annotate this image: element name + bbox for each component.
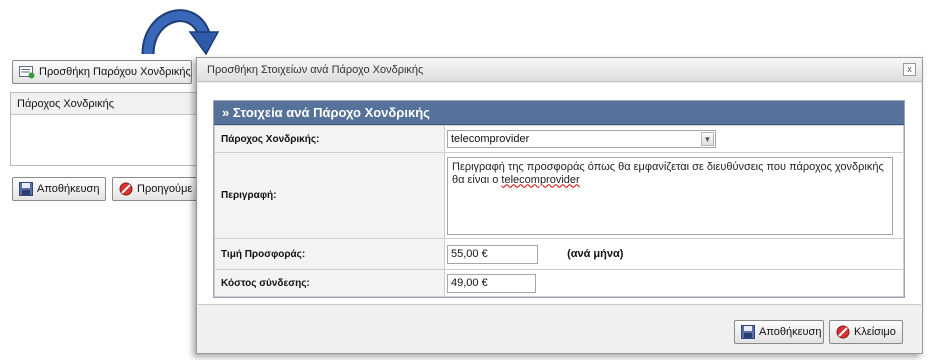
cancel-icon [119, 182, 133, 196]
details-form: Πάροχος Χονδρικής: telecomprovider ▼ Περ… [214, 125, 904, 297]
add-details-dialog: Προσθήκη Στοιχείων ανά Πάροχο Χονδρικής … [196, 57, 923, 354]
cancel-icon [836, 325, 850, 339]
close-icon[interactable]: x [903, 63, 916, 76]
add-list-icon [19, 66, 35, 79]
price-label: Τιμή Προσφοράς: [214, 238, 445, 270]
curved-arrow-icon [141, 9, 220, 56]
floppy-disk-icon [741, 325, 755, 339]
section-title: » Στοιχεία ανά Πάροχο Χονδρικής [214, 101, 904, 125]
connection-cost-input[interactable]: 49,00 € [447, 273, 536, 293]
connection-cost-label: Κόστος σύνδεσης: [214, 269, 445, 297]
provider-list-header: Πάροχος Χονδρικής [11, 93, 199, 115]
dialog-save-button[interactable]: Αποθήκευση [734, 320, 824, 344]
price-period: (ανά μήνα) [567, 248, 624, 260]
form-row: Τιμή Προσφοράς: 55,00 € (ανά μήνα) [214, 238, 904, 270]
dialog-title: Προσθήκη Στοιχείων ανά Πάροχο Χονδρικής [207, 64, 424, 76]
dialog-titlebar: Προσθήκη Στοιχείων ανά Πάροχο Χονδρικής … [197, 58, 922, 82]
bg-save-label: Αποθήκευση [37, 183, 100, 195]
chevron-down-icon[interactable]: ▼ [701, 132, 714, 146]
bg-previous-label: Προηγούμε [137, 183, 193, 195]
description-provider-word: telecomprovider [501, 173, 580, 186]
details-section: » Στοιχεία ανά Πάροχο Χονδρικής Πάροχος … [213, 100, 905, 298]
provider-list-panel: Πάροχος Χονδρικής [10, 92, 200, 166]
form-row: Πάροχος Χονδρικής: telecomprovider ▼ [214, 125, 904, 153]
price-input[interactable]: 55,00 € [447, 244, 538, 264]
description-label: Περιγραφή: [214, 152, 445, 239]
dialog-content: » Στοιχεία ανά Πάροχο Χονδρικής Πάροχος … [198, 83, 921, 305]
add-provider-button[interactable]: Προσθήκη Παρόχου Χονδρικής [12, 60, 192, 84]
bg-save-button[interactable]: Αποθήκευση [12, 177, 106, 201]
provider-select[interactable]: telecomprovider ▼ [447, 130, 716, 148]
add-provider-label: Προσθήκη Παρόχου Χονδρικής [39, 66, 191, 78]
description-textarea[interactable]: Περιγραφή της προσφοράς όπως θα εμφανίζε… [447, 156, 893, 235]
floppy-disk-icon [19, 182, 33, 196]
dialog-save-label: Αποθήκευση [759, 326, 822, 338]
dialog-close-button[interactable]: Κλείσιμο [829, 320, 903, 344]
form-row: Κόστος σύνδεσης: 49,00 € [214, 269, 904, 297]
provider-selected-value: telecomprovider [451, 133, 530, 145]
bg-previous-button[interactable]: Προηγούμε [112, 177, 202, 201]
form-row: Περιγραφή: Περιγραφή της προσφοράς όπως … [214, 152, 904, 239]
provider-label: Πάροχος Χονδρικής: [214, 125, 445, 153]
dialog-close-label: Κλείσιμο [854, 326, 896, 338]
